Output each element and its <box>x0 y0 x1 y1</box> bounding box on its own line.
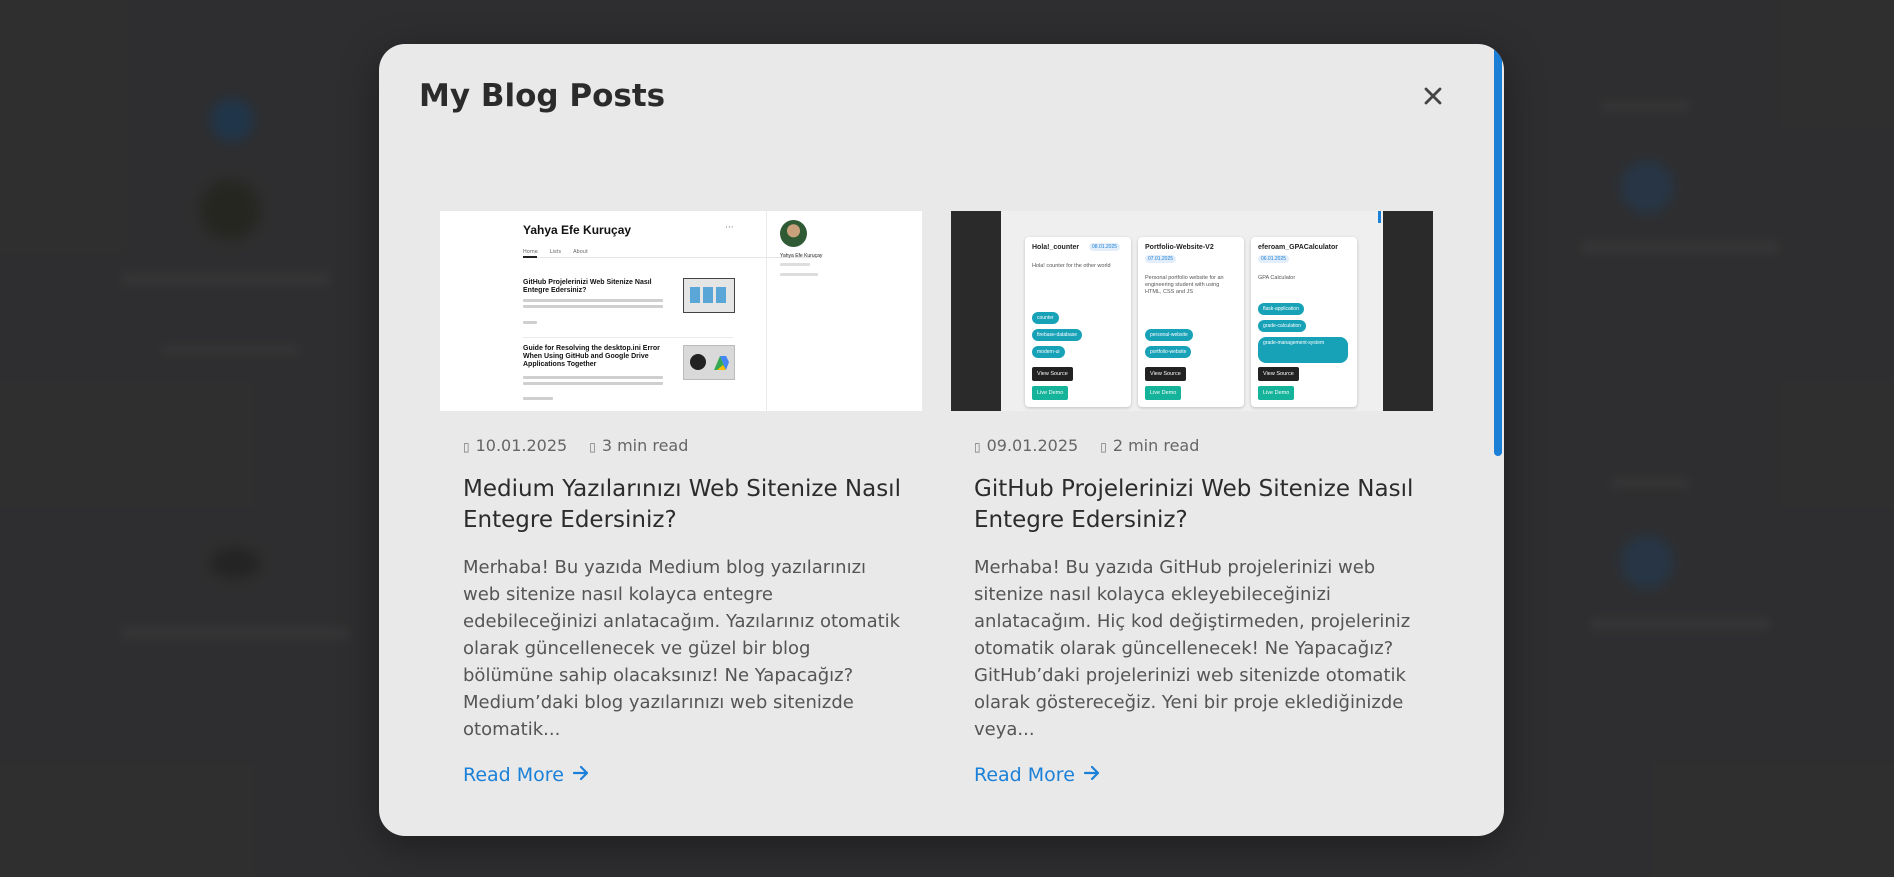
thumbnail-tabs: Home Lists About <box>523 249 588 255</box>
read-more-link[interactable]: Read More <box>463 764 590 786</box>
calendar-icon: ▯ <box>463 440 470 454</box>
more-icon: ··· <box>725 223 734 233</box>
text-placeholder <box>780 273 818 276</box>
post-date: 10.01.2025 <box>475 436 568 455</box>
text-placeholder <box>523 321 537 324</box>
thumbnail-tab: About <box>573 249 588 255</box>
text-placeholder <box>780 263 810 266</box>
thumbnail-tab: Lists <box>549 249 562 255</box>
project-name: Hola!_counter <box>1032 244 1080 251</box>
text-placeholder <box>523 299 663 302</box>
post-read-time: 3 min read <box>601 436 689 455</box>
read-more-link[interactable]: Read More <box>974 764 1101 786</box>
thumbnail-author-name: Yahya Efe Kuruçay <box>523 223 632 237</box>
text-placeholder <box>523 382 663 385</box>
post-excerpt: Merhaba! Bu yazıda Medium blog yazıların… <box>463 557 901 740</box>
post-date: 09.01.2025 <box>986 436 1079 455</box>
read-more-label: Read More <box>463 764 564 786</box>
project-tag: personal-website <box>1145 329 1193 341</box>
project-date: 07.01.2025 <box>1145 255 1177 263</box>
project-tag: flask-application <box>1258 303 1304 315</box>
calendar-icon: ▯ <box>974 440 981 454</box>
text-placeholder <box>523 397 553 400</box>
post-read-time: 2 min read <box>1112 436 1200 455</box>
post-title: GitHub Projelerinizi Web Sitenize Nasıl … <box>974 476 1414 533</box>
blog-post-card: Hola!_counter 08.01.2025 Hola! counter f… <box>951 211 1433 831</box>
project-tag: grade-management-system <box>1258 337 1348 363</box>
project-tag: modern-ui <box>1032 346 1065 358</box>
post-thumbnail: Yahya Efe Kuruçay ··· Home Lists About G… <box>440 211 922 411</box>
blog-post-card: Yahya Efe Kuruçay ··· Home Lists About G… <box>440 211 922 831</box>
view-source-button: View Source <box>1145 367 1186 381</box>
thumbnail-dark-edge <box>1383 211 1433 411</box>
modal-title: My Blog Posts <box>419 78 666 114</box>
scrollbar-thumb[interactable] <box>1494 46 1502 456</box>
thumbnail-sidebar-divider <box>766 211 767 411</box>
thumbnail-post-title: Guide for Resolving the desktop.ini Erro… <box>523 345 660 368</box>
divider <box>523 257 815 258</box>
view-source-button: View Source <box>1258 367 1299 381</box>
project-tag: firebase-database <box>1032 329 1083 341</box>
project-tag: counter <box>1032 312 1059 324</box>
live-demo-button: Live Demo <box>1258 386 1295 400</box>
project-card: eferoam_GPACalculator 06.01.2025 GPA Cal… <box>1251 237 1357 407</box>
project-tag: grade-calculation <box>1258 320 1307 332</box>
live-demo-button: Live Demo <box>1145 386 1182 400</box>
blog-posts-modal: My Blog Posts Yahya Efe Kuruçay ··· Home… <box>379 44 1504 836</box>
arrow-right-icon <box>572 764 590 786</box>
project-name: eferoam_GPACalculator <box>1258 244 1339 251</box>
active-tab-indicator <box>523 256 537 258</box>
clock-icon: ▯ <box>1100 440 1107 454</box>
live-demo-button: Live Demo <box>1032 386 1069 400</box>
project-tag: portfolio-website <box>1145 346 1192 358</box>
thumbnail-dark-edge <box>951 211 1001 411</box>
project-card: Portfolio-Website-V2 07.01.2025 Personal… <box>1138 237 1244 407</box>
project-description: Hola! counter for the other world <box>1032 263 1111 269</box>
thumbnail-post-title: GitHub Projelerinizi Web Sitenize Nasıl … <box>523 279 652 294</box>
post-excerpt: Merhaba! Bu yazıda GitHub projelerinizi … <box>974 557 1411 740</box>
thumbnail-sidebar-name: Yahya Efe Kuruçay <box>780 253 823 259</box>
post-title: Medium Yazılarınızı Web Sitenize Nasıl E… <box>463 476 901 533</box>
arrow-right-icon <box>1083 764 1101 786</box>
text-placeholder <box>523 376 663 379</box>
post-meta: ▯ 10.01.2025 ▯ 3 min read <box>463 436 688 455</box>
close-icon <box>1423 86 1443 110</box>
read-more-label: Read More <box>974 764 1075 786</box>
project-description: Personal portfolio website for an engine… <box>1145 275 1224 295</box>
project-date: 08.01.2025 <box>1089 243 1121 251</box>
project-description: GPA Calculator <box>1258 275 1296 281</box>
avatar <box>780 220 807 247</box>
post-thumbnail: Hola!_counter 08.01.2025 Hola! counter f… <box>951 211 1433 411</box>
thumbnail-tab: Home <box>523 249 538 255</box>
close-button[interactable] <box>1415 80 1451 116</box>
project-name: Portfolio-Website-V2 <box>1145 244 1214 251</box>
divider <box>523 337 733 338</box>
post-meta: ▯ 09.01.2025 ▯ 2 min read <box>974 436 1199 455</box>
thumbnail-accent <box>1378 211 1381 223</box>
thumbnail-image <box>683 345 735 380</box>
project-date: 06.01.2025 <box>1258 255 1290 263</box>
clock-icon: ▯ <box>589 440 596 454</box>
project-card: Hola!_counter 08.01.2025 Hola! counter f… <box>1025 237 1131 407</box>
view-source-button: View Source <box>1032 367 1073 381</box>
text-placeholder <box>523 305 663 308</box>
thumbnail-image <box>683 278 735 313</box>
